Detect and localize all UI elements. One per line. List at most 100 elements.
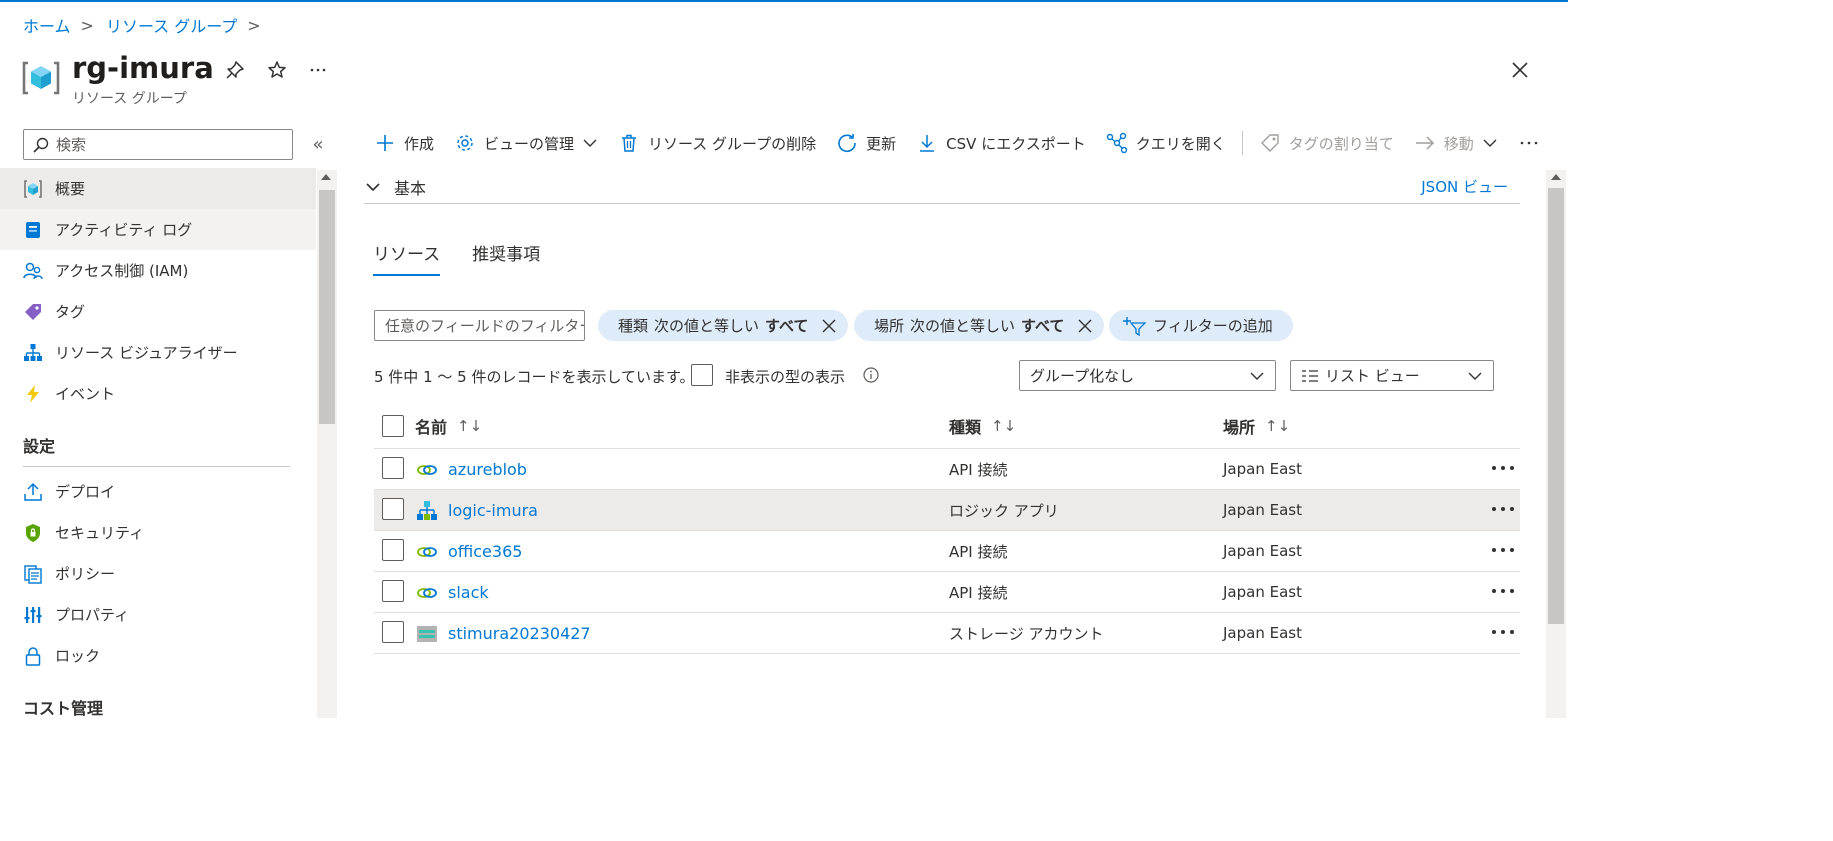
tab-resources[interactable]: リソース	[373, 240, 441, 276]
resource-type: API 接続	[949, 543, 1008, 561]
tab-recommendations[interactable]: 推奨事項	[472, 240, 540, 276]
add-filter-button[interactable]: フィルターの追加	[1109, 310, 1293, 341]
table-row[interactable]: slack API 接続 Japan East	[374, 572, 1520, 613]
chevron-down-icon	[364, 178, 382, 196]
sidebar-scroll-thumb[interactable]	[319, 190, 335, 424]
policy-icon	[23, 564, 43, 584]
info-icon[interactable]	[862, 366, 880, 384]
breadcrumb-resource-groups[interactable]: リソース グループ	[106, 13, 237, 37]
sidebar-item-overview[interactable]: 概要	[0, 168, 316, 209]
more-header-button[interactable]	[306, 58, 330, 82]
table-row[interactable]: office365 API 接続 Japan East	[374, 531, 1520, 572]
filter-name: 種類	[618, 317, 649, 335]
row-more-button[interactable]	[1490, 537, 1516, 563]
resource-location: Japan East	[1223, 583, 1302, 601]
row-checkbox[interactable]	[382, 457, 404, 479]
pin-button[interactable]	[223, 58, 247, 82]
field-filter-input[interactable]	[374, 310, 585, 341]
search-input[interactable]	[56, 135, 276, 154]
collapse-menu-button[interactable]: «	[306, 132, 330, 156]
chevron-down-icon	[1482, 135, 1498, 151]
move-button[interactable]: 移動	[1404, 128, 1508, 158]
type-filter-pill[interactable]: 種類 次の値と等しい すべて	[598, 310, 849, 341]
row-checkbox[interactable]	[382, 539, 404, 561]
more-commands-button[interactable]	[1508, 128, 1550, 158]
page-title: rg-imura	[72, 51, 214, 85]
scroll-up-icon	[1551, 174, 1561, 180]
manage-view-button[interactable]: ビューの管理	[444, 128, 608, 158]
properties-icon	[23, 605, 43, 625]
sidebar-item-activity-log[interactable]: アクティビティ ログ	[0, 209, 316, 250]
column-header-type[interactable]: 種類 ↑↓	[949, 414, 1016, 438]
open-query-button[interactable]: クエリを開く	[1096, 128, 1236, 158]
assign-tags-button[interactable]: タグの割り当て	[1249, 128, 1404, 158]
resource-name-link[interactable]: azureblob	[448, 460, 527, 479]
resource-name-link[interactable]: logic-imura	[448, 501, 538, 520]
json-view-link[interactable]: JSON ビュー	[1421, 176, 1508, 197]
sidebar-item-events[interactable]: イベント	[0, 373, 316, 414]
sidebar: 概要 アクティビティ ログ アクセス制御 (IAM) タグ リソース ビジュアラ…	[0, 168, 316, 728]
sidebar-item-label: セキュリティ	[55, 524, 145, 542]
table-row[interactable]: azureblob API 接続 Japan East	[374, 449, 1520, 490]
remove-filter-icon[interactable]	[820, 317, 838, 335]
view-mode-dropdown[interactable]: リスト ビュー	[1290, 360, 1494, 391]
chevron-down-icon	[1468, 372, 1482, 380]
resource-type: API 接続	[949, 584, 1008, 602]
resource-name-link[interactable]: stimura20230427	[448, 624, 591, 643]
column-label: 種類	[949, 418, 982, 437]
row-more-button[interactable]	[1490, 578, 1516, 604]
close-button[interactable]	[1506, 56, 1534, 84]
sidebar-item-label: 概要	[55, 180, 86, 198]
sort-icon: ↑↓	[991, 417, 1017, 435]
sidebar-item-resource-visualizer[interactable]: リソース ビジュアライザー	[0, 332, 316, 373]
sidebar-scrollbar[interactable]	[317, 170, 337, 718]
column-header-location[interactable]: 場所 ↑↓	[1223, 414, 1290, 438]
select-all-checkbox[interactable]	[382, 415, 404, 437]
sidebar-item-properties[interactable]: プロパティ	[0, 594, 316, 635]
table-row[interactable]: logic-imura ロジック アプリ Japan East	[374, 490, 1520, 531]
sidebar-item-policies[interactable]: ポリシー	[0, 553, 316, 594]
delete-resource-group-button[interactable]: リソース グループの削除	[608, 128, 826, 158]
list-icon	[1301, 369, 1319, 383]
row-checkbox[interactable]	[382, 580, 404, 602]
show-hidden-types-checkbox[interactable]	[691, 364, 713, 386]
sidebar-item-locks[interactable]: ロック	[0, 635, 316, 676]
column-header-name[interactable]: 名前 ↑↓	[415, 414, 482, 438]
location-filter-pill[interactable]: 場所 次の値と等しい すべて	[854, 310, 1105, 341]
content-scroll-thumb[interactable]	[1548, 188, 1564, 624]
essentials-section[interactable]: 基本 JSON ビュー	[364, 170, 1520, 204]
add-filter-label: フィルターの追加	[1153, 317, 1273, 335]
grouping-dropdown[interactable]: グループ化なし	[1019, 360, 1276, 391]
ellipsis-icon	[1492, 548, 1514, 552]
sidebar-item-iam[interactable]: アクセス制御 (IAM)	[0, 250, 316, 291]
sidebar-item-deploy[interactable]: デプロイ	[0, 471, 316, 512]
close-icon	[1512, 62, 1528, 78]
export-csv-label: CSV にエクスポート	[946, 134, 1086, 153]
sidebar-item-security[interactable]: セキュリティ	[0, 512, 316, 553]
export-csv-button[interactable]: CSV にエクスポート	[906, 128, 1096, 158]
row-checkbox[interactable]	[382, 621, 404, 643]
sidebar-item-label: リソース ビジュアライザー	[55, 344, 238, 362]
favorite-button[interactable]	[265, 58, 289, 82]
create-button[interactable]: 作成	[364, 128, 444, 158]
ellipsis-icon	[1492, 466, 1514, 470]
sidebar-item-label: ポリシー	[55, 565, 116, 583]
row-more-button[interactable]	[1490, 496, 1516, 522]
view-mode-value: リスト ビュー	[1325, 367, 1420, 385]
sidebar-item-tags[interactable]: タグ	[0, 291, 316, 332]
filter-name: 場所	[874, 317, 905, 335]
table-row[interactable]: stimura20230427 ストレージ アカウント Japan East	[374, 613, 1520, 654]
breadcrumb-home[interactable]: ホーム	[23, 13, 71, 37]
resource-group-icon	[23, 179, 43, 199]
row-checkbox[interactable]	[382, 498, 404, 520]
remove-filter-icon[interactable]	[1076, 317, 1094, 335]
plus-icon	[374, 132, 396, 154]
refresh-button[interactable]: 更新	[826, 128, 906, 158]
content-scrollbar[interactable]	[1546, 170, 1566, 718]
row-more-button[interactable]	[1490, 455, 1516, 481]
api-connection-icon	[417, 588, 437, 598]
resource-name-link[interactable]: slack	[448, 583, 489, 602]
resource-name-link[interactable]: office365	[448, 542, 522, 561]
row-more-button[interactable]	[1490, 619, 1516, 645]
tab-bar: リソース 推奨事項	[373, 240, 572, 276]
